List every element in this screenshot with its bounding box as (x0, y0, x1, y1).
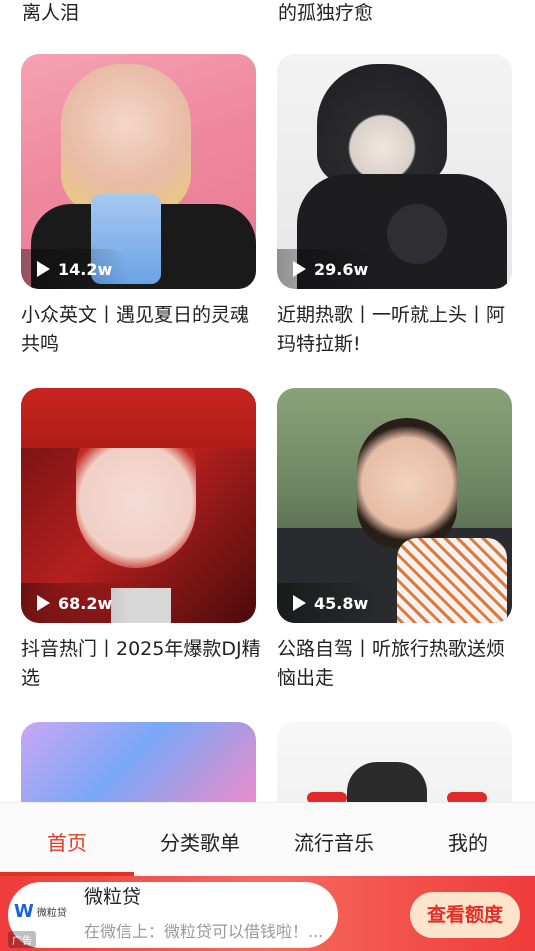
ad-description: 在微信上：微粒贷可以借钱啦！... (84, 922, 324, 941)
brand-w-icon: W (14, 900, 34, 922)
play-icon (293, 261, 306, 277)
playlist-cover[interactable]: 68.2w (21, 388, 256, 623)
playlist-card[interactable]: 68.2w 抖音热门丨2025年爆款DJ精选 (21, 388, 261, 693)
playlist-card[interactable] (277, 722, 512, 812)
tab-mine[interactable]: 我的 (408, 827, 528, 856)
playlist-title[interactable]: 近期热歌丨一听就上头丨阿玛特拉斯! (277, 301, 517, 359)
play-count: 45.8w (314, 593, 369, 613)
play-count-badge: 29.6w (277, 249, 385, 289)
ad-logo-text: 微粒贷 (36, 907, 67, 919)
playlist-title[interactable]: 小众英文丨遇见夏日的灵魂共鸣 (21, 301, 261, 359)
ad-brand-name: 微粒贷 (84, 886, 142, 908)
playlist-title-partial-right[interactable]: 的孤独疗愈 (278, 0, 373, 25)
play-count-badge: 45.8w (277, 583, 385, 623)
bottom-tab-bar: 首页 分类歌单 流行音乐 我的 (0, 802, 535, 877)
playlist-cover[interactable]: 45.8w (277, 388, 512, 623)
playlist-cover[interactable] (277, 722, 512, 812)
play-icon (37, 261, 50, 277)
playlist-cover[interactable]: 29.6w (277, 54, 512, 289)
tab-pop-music[interactable]: 流行音乐 (274, 827, 394, 856)
playlist-title[interactable]: 公路自驾丨听旅行热歌送烦恼出走 (277, 635, 517, 693)
ad-logo: W 微粒贷 (14, 900, 67, 922)
ad-label: 广告 (8, 931, 36, 948)
play-count: 14.2w (58, 259, 113, 279)
playlist-title-partial-left[interactable]: 离人泪 (22, 0, 79, 25)
play-icon (293, 595, 306, 611)
ad-banner[interactable]: W 微粒贷 微粒贷 在微信上：微粒贷可以借钱啦！... 广告 查看额度 (0, 876, 535, 951)
play-icon (37, 595, 50, 611)
play-count: 68.2w (58, 593, 113, 613)
playlist-title[interactable]: 抖音热门丨2025年爆款DJ精选 (21, 635, 261, 693)
previous-row-titles: 离人泪 的孤独疗愈 (0, 0, 535, 30)
playlist-card[interactable] (21, 722, 256, 812)
ad-cta-button[interactable]: 查看额度 (410, 892, 520, 938)
tab-home[interactable]: 首页 (7, 827, 127, 856)
playlist-card[interactable]: 14.2w 小众英文丨遇见夏日的灵魂共鸣 (21, 54, 256, 359)
play-count-badge: 68.2w (21, 583, 129, 623)
playlist-card[interactable]: 45.8w 公路自驾丨听旅行热歌送烦恼出走 (277, 388, 512, 693)
playlist-cover[interactable]: 14.2w (21, 54, 256, 289)
play-count: 29.6w (314, 259, 369, 279)
playlist-card[interactable]: 29.6w 近期热歌丨一听就上头丨阿玛特拉斯! (277, 54, 512, 359)
playlist-cover[interactable] (21, 722, 256, 812)
play-count-badge: 14.2w (21, 249, 129, 289)
tab-categories[interactable]: 分类歌单 (140, 827, 260, 856)
